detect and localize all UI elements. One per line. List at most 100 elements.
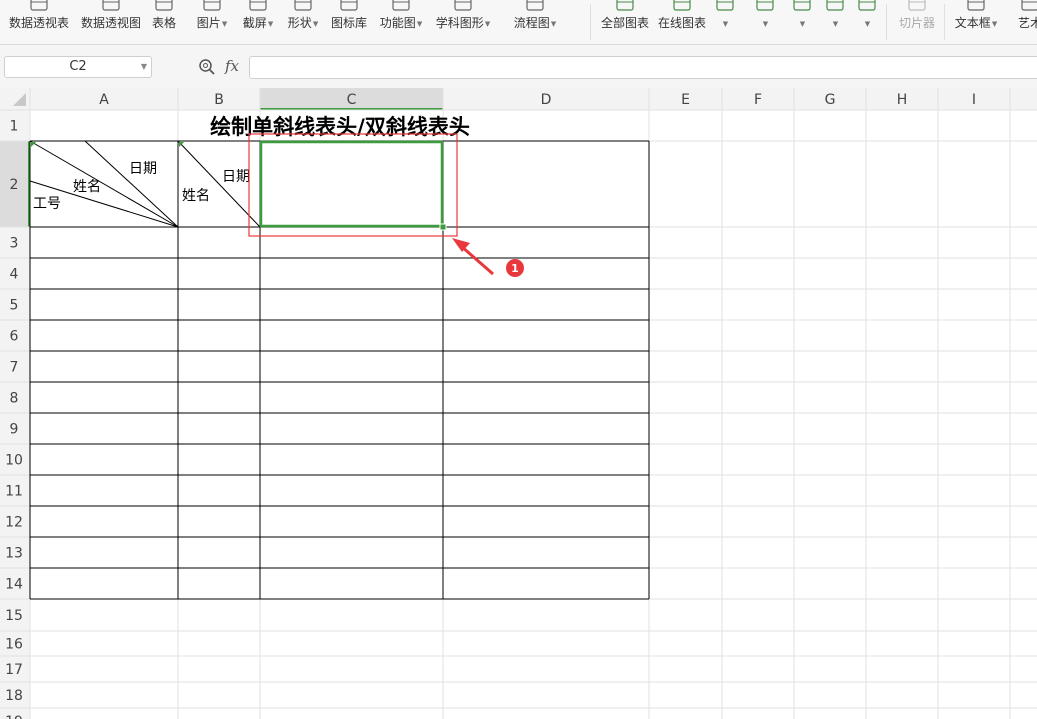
ribbon-separator	[944, 4, 945, 40]
ribbon-button-label: 流程图	[513, 16, 550, 30]
column-header-D[interactable]: D	[541, 92, 552, 108]
bubble-chart-icon	[852, 0, 882, 14]
row-header-15[interactable]: 15	[5, 608, 23, 624]
chevron-down-icon[interactable]: ▼	[551, 20, 556, 28]
column-header-F[interactable]: F	[754, 92, 762, 108]
column-header-A[interactable]: A	[99, 92, 109, 108]
row-header-13[interactable]: 13	[5, 546, 23, 562]
column-header-H[interactable]: H	[897, 92, 908, 108]
row-header-9[interactable]: 9	[10, 422, 19, 438]
row-header-2[interactable]: 2	[10, 177, 19, 193]
ribbon-button-textbox[interactable]: 文本框▼	[951, 0, 1001, 44]
row-header-17[interactable]: 17	[5, 662, 23, 678]
spreadsheet-grid[interactable]: ABCDEFGHI12345678910111213141516171819绘制…	[0, 88, 1037, 719]
ribbon-button-pie-chart[interactable]: ▼	[785, 0, 819, 44]
ribbon-button-label: 图标库	[330, 16, 367, 30]
ribbon-button-label: 文本框	[954, 16, 991, 30]
column-header-E[interactable]: E	[681, 92, 690, 108]
column-header-B[interactable]: B	[214, 92, 224, 108]
row-header-19[interactable]: 19	[5, 714, 23, 719]
fx-label[interactable]: fx	[225, 57, 239, 75]
ribbon-button-label: 数据透视图	[80, 16, 141, 30]
area-chart-icon	[708, 0, 742, 14]
chevron-down-icon[interactable]: ▼	[417, 20, 422, 28]
ribbon-button-scatter-chart[interactable]: ▼	[820, 0, 850, 44]
ribbon-button-area-chart[interactable]: ▼	[708, 0, 742, 44]
ribbon-button-screenshot[interactable]: 截屏▼	[238, 0, 278, 44]
formula-input[interactable]	[249, 56, 1037, 79]
ribbon-button-pivot-table[interactable]: 数据透视表	[4, 0, 74, 44]
pivot-chart-icon	[78, 0, 144, 14]
ribbon-button-all-charts[interactable]: 全部图表	[597, 0, 653, 44]
ribbon-separator	[590, 4, 591, 40]
row-header-3[interactable]: 3	[10, 236, 19, 252]
diagonal-line	[29, 140, 179, 228]
chevron-down-icon[interactable]: ▼	[141, 57, 147, 77]
chevron-down-icon[interactable]: ▼	[268, 20, 273, 28]
ribbon-button-online-chart[interactable]: 在线图表	[657, 0, 707, 44]
ribbon-button-label: 艺术	[1017, 16, 1037, 30]
screenshot-icon	[238, 0, 278, 14]
ribbon-button-pivot-chart[interactable]: 数据透视图	[78, 0, 144, 44]
ribbon-button-picture[interactable]: 图片▼	[193, 0, 231, 44]
ribbon-button-function-chart[interactable]: 功能图▼	[376, 0, 426, 44]
bar-chart-icon	[748, 0, 782, 14]
ribbon-button-shapes[interactable]: 形状▼	[284, 0, 322, 44]
row-header-6[interactable]: 6	[10, 329, 19, 345]
column-header-G[interactable]: G	[825, 92, 836, 108]
ribbon-toolbar: 数据透视表 数据透视图 表格 图片▼ 截屏▼ 形状▼ 图标库 功能图▼ 学科图形▼ 流程图▼ 全部图…	[0, 0, 1037, 45]
name-box-value: C2	[69, 59, 87, 74]
picture-icon	[193, 0, 231, 14]
subject-graphic-icon	[432, 0, 494, 14]
row-header-4[interactable]: 4	[10, 267, 19, 283]
wordart-icon	[1010, 0, 1037, 14]
zoom-icon[interactable]	[198, 58, 216, 79]
row-header-5[interactable]: 5	[10, 298, 19, 314]
shapes-icon	[284, 0, 322, 14]
row-header-12[interactable]: 12	[5, 515, 23, 531]
row-header-16[interactable]: 16	[5, 637, 23, 653]
row-header-11[interactable]: 11	[5, 484, 23, 500]
row-header-18[interactable]: 18	[5, 688, 23, 704]
ribbon-button-flowchart[interactable]: 流程图▼	[500, 0, 570, 44]
ribbon-button-icon-library[interactable]: 图标库	[328, 0, 370, 44]
ribbon-button-subject-graphic[interactable]: 学科图形▼	[432, 0, 494, 44]
chevron-down-icon[interactable]: ▼	[833, 20, 838, 28]
ribbon-button-label: 数据透视表	[8, 16, 69, 30]
row-header-8[interactable]: 8	[10, 391, 19, 407]
chevron-down-icon[interactable]: ▼	[763, 20, 768, 28]
scatter-chart-icon	[820, 0, 850, 14]
header-label-a2: 工号	[33, 196, 61, 212]
annotation-number: 1	[511, 262, 519, 275]
chevron-down-icon[interactable]: ▼	[992, 20, 997, 28]
annotation-box	[248, 133, 458, 237]
chevron-down-icon[interactable]: ▼	[865, 20, 870, 28]
fill-handle[interactable]	[439, 223, 447, 231]
ribbon-button-wordart[interactable]: 艺术	[1010, 0, 1037, 44]
chevron-down-icon[interactable]: ▼	[800, 20, 805, 28]
pivot-table-icon	[4, 0, 74, 14]
chevron-down-icon[interactable]: ▼	[222, 20, 227, 28]
ribbon-button-slicer[interactable]: 切片器	[893, 0, 941, 44]
chevron-down-icon[interactable]: ▼	[313, 20, 318, 28]
name-box[interactable]: C2 ▼	[4, 56, 152, 78]
column-header-I[interactable]: I	[972, 92, 976, 108]
column-header-C[interactable]: C	[347, 92, 357, 108]
slicer-icon	[893, 0, 941, 14]
header-label-b2: 姓名	[182, 188, 210, 204]
ribbon-button-table[interactable]: 表格	[147, 0, 181, 44]
ribbon-button-label: 截屏	[242, 16, 267, 30]
row-header-14[interactable]: 14	[5, 577, 23, 593]
row-header-7[interactable]: 7	[10, 360, 19, 376]
row-header-1[interactable]: 1	[10, 119, 19, 135]
icon-library-icon	[328, 0, 370, 14]
chevron-down-icon[interactable]: ▼	[723, 20, 728, 28]
row-header-10[interactable]: 10	[5, 453, 23, 469]
ribbon-button-bar-chart[interactable]: ▼	[748, 0, 782, 44]
selected-cell-c2[interactable]	[259, 140, 444, 228]
online-chart-icon	[657, 0, 707, 14]
chevron-down-icon[interactable]: ▼	[485, 20, 490, 28]
ribbon-button-bubble-chart[interactable]: ▼	[852, 0, 882, 44]
flowchart-icon	[500, 0, 570, 14]
ribbon-button-label: 功能图	[379, 16, 416, 30]
